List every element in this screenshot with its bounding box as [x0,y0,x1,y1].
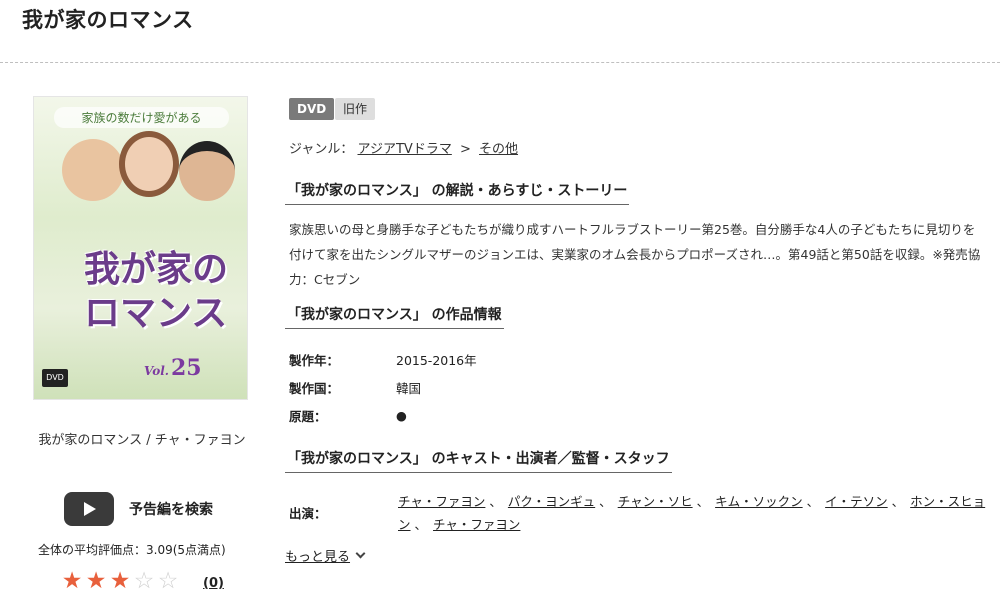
info-value: 韓国 [396,380,422,396]
genre-link-other[interactable]: その他 [479,142,518,157]
cover-tagline: 家族の数だけ愛がある [54,107,229,128]
cover-volume: Vol.25 [144,355,202,381]
cast-list: チャ・ファヨン、パク・ヨンギュ、チャン・ソヒ、キム・ソックン、イ・テソン、ホン・… [398,490,988,536]
info-value: 2015-2016年 [396,352,477,368]
cover-caption: 我が家のロマンス / チャ・ファヨン [38,433,246,448]
play-icon[interactable] [64,492,114,526]
genre-link-asia-tv-drama[interactable]: アジアTVドラマ [358,142,452,157]
chevron-down-icon [355,548,366,559]
cast-link[interactable]: チャ・ファヨン [433,517,520,532]
cover-title-line1: 我が家の [84,248,229,290]
star-filled-icon: ★ [85,568,107,594]
cast-separator: 、 [806,494,820,509]
dvd-cover-image[interactable]: 家族の数だけ愛がある 我が家の ロマンス Vol.25 DVD [33,96,248,400]
star-empty-icon: ☆ [157,568,179,594]
format-badge: DVD [289,98,335,120]
star-filled-icon: ★ [61,568,83,594]
cast-link[interactable]: パク・ヨンギュ [508,494,595,509]
cover-actor-center [119,131,179,197]
genre-separator: > [459,142,471,157]
cast-separator: 、 [599,494,612,509]
cast-link[interactable]: チャ・ファヨン [398,494,485,509]
cast-link[interactable]: キム・ソックン [715,494,803,509]
genre-label: ジャンル： [289,142,354,157]
info-row-year: 製作年： 2015-2016年 [289,345,477,373]
cast-link[interactable]: チャン・ソヒ [618,494,693,509]
search-trailer-button[interactable]: 予告編を検索 [64,492,213,526]
star-filled-icon: ★ [109,568,131,594]
info-label: 原題： [289,408,327,424]
cast-separator: 、 [414,517,428,532]
cover-vol-number: 25 [170,355,202,381]
cast-heading: 「我が家のロマンス」 のキャスト・出演者／監督・スタッフ [285,448,672,473]
cover-title-line2: ロマンス [84,292,228,334]
cover-vol-prefix: Vol. [144,364,169,378]
cast-label: 出演： [289,506,327,521]
status-badge: 旧作 [335,98,376,120]
synopsis-heading: 「我が家のロマンス」 の解説・あらすじ・ストーリー [285,180,630,205]
show-more-label[interactable]: もっと見る [285,546,350,565]
review-count-link[interactable]: (0) [203,576,224,591]
cast-separator: 、 [696,494,710,509]
cast-separator: 、 [891,494,905,509]
info-value: ● [396,407,407,423]
work-info-heading: 「我が家のロマンス」 の作品情報 [285,304,504,329]
cast-link[interactable]: イ・テソン [825,494,888,509]
cover-actor-right [179,141,235,201]
search-trailer-label[interactable]: 予告編を検索 [129,499,213,519]
star-rating: ★ ★ ★ ☆ ☆ [60,568,180,594]
work-info-table: 製作年： 2015-2016年 製作国： 韓国 原題： ● [289,345,477,429]
page-title: 我が家のロマンス [22,8,194,32]
synopsis-text: 家族思いの母と身勝手な子どもたちが織り成すハートフルラブストーリー第25巻。自分… [289,222,981,287]
average-rating-text: 全体の平均評価点：3.09(5点満点) [38,543,226,557]
star-empty-icon: ☆ [133,568,155,594]
cover-title: 我が家の ロマンス [84,247,244,335]
info-label: 製作年： [289,352,340,368]
info-label: 製作国： [289,380,340,396]
dvd-logo: DVD [42,369,68,387]
genre-breadcrumb: ジャンル： アジアTVドラマ > その他 [289,138,518,157]
info-row-original-title: 原題： ● [289,401,477,429]
cover-actor-left [62,139,124,201]
header-divider [0,62,1000,63]
cast-separator: 、 [489,494,502,509]
show-more-link[interactable]: もっと見る [285,546,366,565]
info-row-country: 製作国： 韓国 [289,373,477,401]
